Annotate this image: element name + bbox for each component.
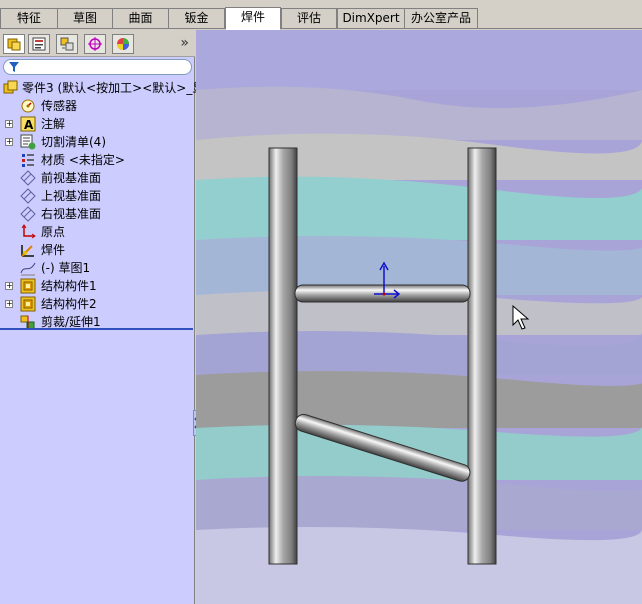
panel-expand-button[interactable]: » <box>180 35 189 51</box>
tree-item-label: 传感器 <box>41 99 78 113</box>
tree-root[interactable]: 零件3 (默认<按加工><默认>_显 <box>0 79 204 97</box>
tree-item-label: 注解 <box>41 117 66 131</box>
tree-root-label: 零件3 (默认<按加工><默认>_显 <box>22 81 205 95</box>
background-band <box>196 30 642 90</box>
propertymanager-icon <box>32 37 46 51</box>
graphics-area[interactable] <box>196 30 642 604</box>
tab-label: 钣金 <box>184 11 209 25</box>
tree-item-right-plane[interactable]: 右视基准面 <box>0 205 195 223</box>
feature-tree: 零件3 (默认<按加工><默认>_显 传感器 + A 注解 + 切割清单(4) … <box>0 79 204 331</box>
tab-label: 办公室产品 <box>410 11 471 25</box>
tree-item-front-plane[interactable]: 前视基准面 <box>0 169 195 187</box>
annotation-icon: A <box>20 116 36 132</box>
material-icon <box>22 154 34 167</box>
dimxpert-tab[interactable] <box>84 34 106 54</box>
structural-member-icon <box>20 278 36 294</box>
configurationmanager-icon <box>60 37 74 51</box>
tree-item-label: 原点 <box>41 225 66 239</box>
tree-item-origin[interactable]: 原点 <box>0 223 195 241</box>
tree-item-weldment[interactable]: 焊件 <box>0 241 195 259</box>
weldment-icon <box>21 245 34 257</box>
sensor-icon <box>21 99 35 113</box>
tree-item-annotations[interactable]: + A 注解 <box>0 115 195 133</box>
tree-item-sketch1[interactable]: (-) 草图1 <box>0 259 195 277</box>
part-icon <box>3 80 18 94</box>
expand-toggle[interactable]: + <box>5 282 13 290</box>
cut-list-icon <box>20 134 36 150</box>
vertical-tube-right[interactable] <box>467 147 497 565</box>
command-manager-tabbar: 特征 草图 曲面 钣金 焊件 评估 DimXpert 办公室产品 <box>0 0 642 30</box>
tab-office-products[interactable]: 办公室产品 <box>404 8 478 28</box>
tab-label: 评估 <box>296 11 321 25</box>
propertymanager-tab[interactable] <box>28 34 50 54</box>
tab-label: 草图 <box>72 11 97 25</box>
tree-item-label: 结构构件2 <box>41 297 97 311</box>
origin-icon <box>21 224 36 239</box>
tree-item-sensors[interactable]: 传感器 <box>0 97 195 115</box>
tree-item-label: 上视基准面 <box>41 189 102 203</box>
tree-item-material[interactable]: 材质 <未指定> <box>0 151 195 169</box>
tree-filter-input[interactable] <box>3 59 192 75</box>
tree-item-top-plane[interactable]: 上视基准面 <box>0 187 195 205</box>
expand-toggle[interactable]: + <box>5 300 13 308</box>
tab-label: 特征 <box>16 11 41 25</box>
panel-tab-strip: » <box>0 30 195 57</box>
display-manager-tab[interactable] <box>112 34 134 54</box>
featuremanager-icon <box>7 38 21 51</box>
tab-label: 曲面 <box>128 11 153 25</box>
tab-sketch[interactable]: 草图 <box>57 8 113 28</box>
viewport-canvas <box>196 30 642 604</box>
tab-label: DimXpert <box>342 11 400 25</box>
feature-manager-panel: » 零件3 (默认<按加工><默认>_显 传感器 + A 注解 + 切割清单(4… <box>0 30 204 604</box>
expand-toggle[interactable]: + <box>5 120 13 128</box>
tree-item-label: 焊件 <box>41 243 66 257</box>
tree-item-label: 结构构件1 <box>41 279 97 293</box>
plane-icon <box>20 206 36 222</box>
featuremanager-tab[interactable] <box>3 34 25 54</box>
svg-text:A: A <box>24 118 34 132</box>
tree-item-label: 右视基准面 <box>41 207 102 221</box>
tabbar-top-strip <box>0 0 642 7</box>
tab-sheet-metal[interactable]: 钣金 <box>168 8 225 28</box>
plane-icon <box>20 170 36 186</box>
expand-toggle[interactable]: + <box>5 138 13 146</box>
dimxpert-icon <box>88 37 102 51</box>
tree-item-cut-list[interactable]: + 切割清单(4) <box>0 133 195 151</box>
configurationmanager-tab[interactable] <box>56 34 78 54</box>
tab-dimxpert[interactable]: DimXpert <box>337 8 405 28</box>
structural-member-icon <box>20 296 36 312</box>
tab-features[interactable]: 特征 <box>0 8 58 28</box>
tree-item-label: (-) 草图1 <box>41 261 91 275</box>
tab-surfaces[interactable]: 曲面 <box>112 8 169 28</box>
filter-icon <box>9 62 19 72</box>
tree-item-structural-member2[interactable]: + 结构构件2 <box>0 295 195 313</box>
tree-item-label: 切割清单(4) <box>41 135 106 149</box>
rollback-bar[interactable] <box>0 328 193 330</box>
sketch-icon <box>20 262 36 276</box>
tab-label: 焊件 <box>240 10 265 24</box>
plane-icon <box>20 188 36 204</box>
tab-weldments[interactable]: 焊件 <box>225 7 281 30</box>
vertical-tube-left[interactable] <box>268 147 298 565</box>
tab-evaluate[interactable]: 评估 <box>281 8 337 28</box>
tree-item-label: 材质 <未指定> <box>41 153 125 167</box>
mouse-pointer-icon <box>512 305 530 330</box>
display-manager-icon <box>117 38 129 50</box>
tree-item-label: 前视基准面 <box>41 171 102 185</box>
tree-item-structural-member1[interactable]: + 结构构件1 <box>0 277 195 295</box>
